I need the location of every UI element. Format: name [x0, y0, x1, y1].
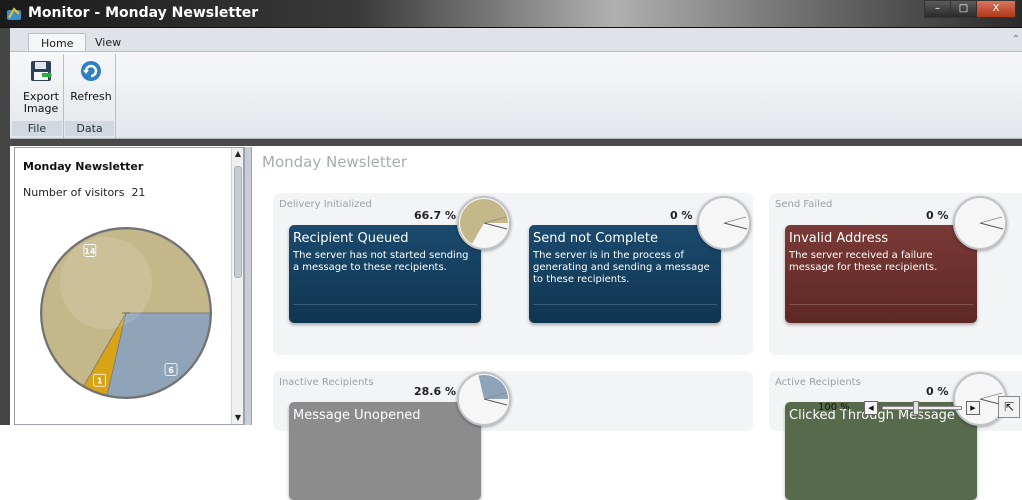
zoom-slider-track[interactable]	[882, 406, 962, 410]
card-invalid-address[interactable]: Invalid Address The server received a fa…	[785, 225, 977, 323]
zoom-slider-thumb[interactable]	[913, 401, 919, 415]
card-title: Recipient Queued	[293, 231, 409, 246]
gauge-message-unopened	[457, 372, 511, 426]
gauge-needle	[979, 222, 1004, 230]
monitor-canvas: Monday Newsletter Delivery Initialized S…	[252, 147, 1022, 500]
visitors-row: Number of visitors 21	[23, 186, 145, 199]
card-description: The server is in the process of generati…	[533, 250, 710, 285]
refresh-icon	[81, 61, 101, 81]
summary-scrollbar[interactable]: ▲ ▼	[231, 148, 243, 424]
maximize-button[interactable]: □	[950, 0, 977, 18]
canvas-title: Monday Newsletter	[262, 153, 408, 171]
card-divider	[533, 304, 717, 305]
panel-splitter[interactable]	[244, 147, 252, 425]
export-image-button[interactable]: Export Image	[18, 56, 64, 122]
visitors-count: 21	[131, 186, 146, 199]
card-recipient-queued[interactable]: Recipient Queued The server has not star…	[289, 225, 481, 323]
section-label: Delivery Initialized	[279, 199, 372, 210]
percent-label: 0 %	[926, 209, 949, 222]
ribbon-minimize-icon[interactable]: ⌃	[1012, 34, 1020, 45]
summary-panel: Monday Newsletter Number of visitors 21 …	[14, 147, 244, 425]
pie-data-label: 6	[168, 366, 174, 375]
section-label: Active Recipients	[775, 377, 861, 388]
pie-gloss	[59, 236, 153, 330]
gauge-fill	[460, 199, 508, 244]
card-description: The server received a failure message fo…	[789, 250, 938, 273]
ribbon-tab-bar: Home View ⌃	[10, 28, 1022, 52]
card-title: Invalid Address	[789, 231, 889, 246]
card-title: Message Unopened	[293, 408, 421, 423]
tab-view[interactable]: View	[83, 33, 133, 52]
title-bar: Monitor - Monday Newsletter – □ X	[0, 0, 1022, 28]
gauge-dial	[979, 216, 1004, 230]
export-label-line2: Image	[23, 102, 59, 115]
zoom-in-button[interactable]: ▶	[966, 401, 980, 415]
summary-title: Monday Newsletter	[23, 160, 144, 173]
zoom-control: 100 % ◀ ▶	[812, 398, 992, 420]
refresh-label: Refresh	[70, 90, 112, 103]
save-disk-icon	[31, 61, 52, 81]
ribbon: Export Image Refresh File Data	[10, 51, 1022, 139]
gauge-dial	[460, 199, 508, 244]
ribbon-border	[10, 139, 1022, 146]
refresh-button[interactable]: Refresh	[68, 56, 114, 122]
card-message-unopened[interactable]: Message Unopened	[289, 402, 481, 500]
pie-data-label: 1	[97, 377, 103, 386]
gauge-send-not-complete	[697, 196, 751, 250]
gauge-needle	[483, 398, 508, 406]
tab-home[interactable]: Home	[28, 33, 87, 52]
percent-label: 0 %	[926, 385, 949, 398]
gauge-needle	[483, 222, 508, 230]
section-label: Send Failed	[775, 199, 833, 210]
gauge-recipient-queued	[457, 196, 511, 250]
app-icon	[7, 7, 21, 20]
gauge-invalid-address	[953, 196, 1007, 250]
scroll-up-icon[interactable]: ▲	[232, 148, 244, 160]
visitors-label: Number of visitors	[23, 186, 125, 199]
group-data-label: Data	[65, 121, 114, 136]
close-button[interactable]: X	[976, 0, 1016, 18]
card-divider	[789, 304, 973, 305]
group-separator	[115, 54, 116, 138]
fit-to-window-button[interactable]: ⇱	[998, 396, 1020, 418]
window-frame	[0, 28, 10, 425]
card-title: Send not Complete	[533, 231, 658, 246]
section-label: Inactive Recipients	[279, 377, 374, 388]
gauge-dial	[478, 375, 508, 406]
card-divider	[293, 304, 477, 305]
gauge-needle	[979, 216, 1003, 224]
gauge-needle	[723, 216, 747, 224]
visitors-pie-chart: 1416	[40, 227, 212, 399]
minimize-button[interactable]: –	[924, 0, 951, 18]
gauge-needle	[723, 222, 748, 230]
window-title: Monitor - Monday Newsletter	[28, 5, 259, 21]
percent-label: 28.6 %	[414, 385, 456, 398]
zoom-level: 100 %	[818, 402, 850, 413]
percent-label: 0 %	[670, 209, 693, 222]
zoom-out-button[interactable]: ◀	[864, 401, 878, 415]
percent-label: 66.7 %	[414, 209, 456, 222]
window-controls: – □ X	[924, 0, 1016, 18]
scroll-down-icon[interactable]: ▼	[232, 412, 244, 424]
gauge-dial	[723, 216, 748, 230]
scroll-thumb[interactable]	[234, 166, 242, 278]
group-file-label: File	[12, 121, 62, 136]
group-separator	[63, 54, 64, 138]
card-description: The server has not started sending a mes…	[293, 250, 469, 273]
card-send-not-complete[interactable]: Send not Complete The server is in the p…	[529, 225, 721, 323]
